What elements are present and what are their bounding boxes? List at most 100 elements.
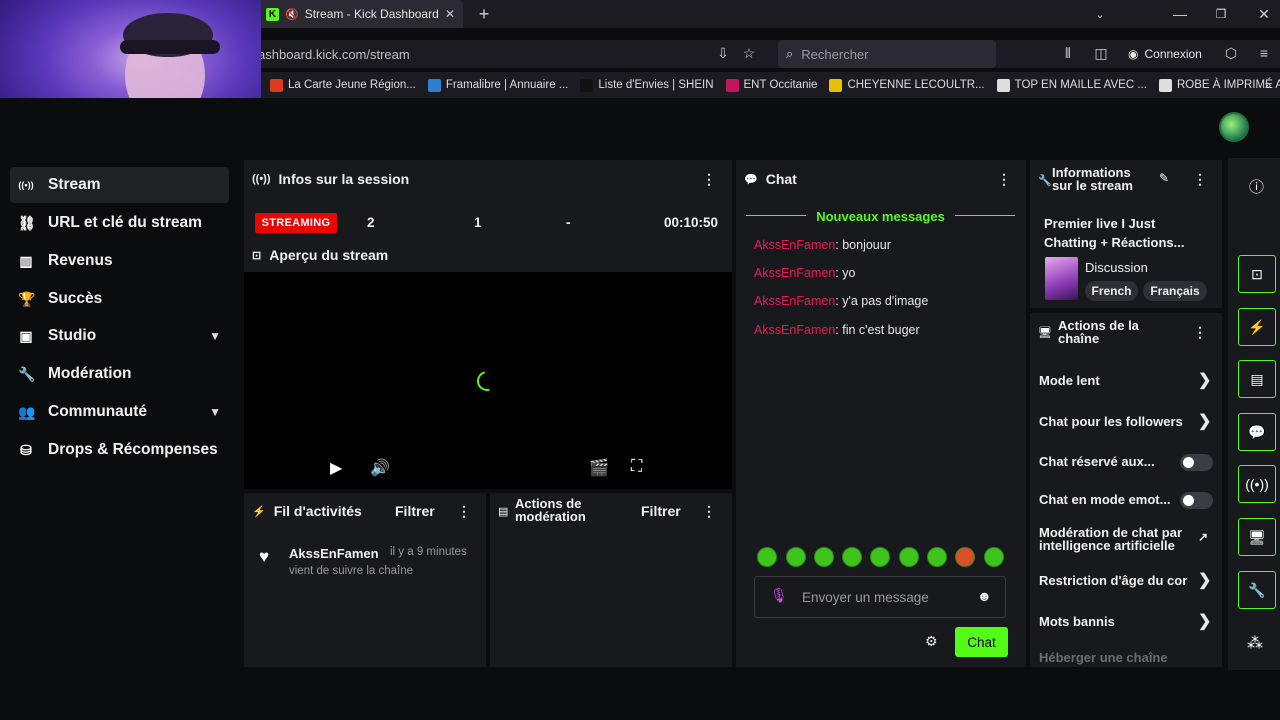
- channel-actions-toggle-icon[interactable]: 🖥: [1238, 518, 1276, 556]
- account-connexion-button[interactable]: ◉ Connexion: [1120, 41, 1212, 67]
- emote-icon[interactable]: [927, 547, 947, 567]
- emote-icon[interactable]: [899, 547, 919, 567]
- bookmark-item[interactable]: TOP EN MAILLE AVEC ...: [996, 78, 1147, 92]
- stream-info-menu-icon[interactable]: ⋮: [1193, 171, 1207, 188]
- sidebar-item-gift[interactable]: ⛁ Drops & Récompenses: [10, 432, 229, 468]
- emote-icon[interactable]: [955, 547, 975, 567]
- sidebar-item-users[interactable]: 👥 Communauté ▼: [10, 394, 229, 430]
- mod-filter-button[interactable]: Filtrer: [641, 503, 681, 519]
- chat-username[interactable]: AkssEnFamen: [754, 294, 835, 308]
- bolt-icon: ⚡: [252, 505, 266, 518]
- layout-nodes-icon[interactable]: ⁂: [1247, 633, 1263, 653]
- category-thumbnail[interactable]: [1045, 257, 1078, 300]
- chat-settings-gear-icon[interactable]: ⚙: [925, 633, 938, 650]
- chevron-down-icon[interactable]: ▼: [209, 329, 221, 343]
- new-tab-button[interactable]: +: [474, 4, 494, 24]
- emote-icon[interactable]: [786, 547, 806, 567]
- chat-username[interactable]: AkssEnFamen: [754, 238, 835, 252]
- close-window-icon[interactable]: ✕: [1254, 4, 1274, 24]
- url-field[interactable]: ashboard.kick.com/stream: [258, 42, 768, 66]
- channel-action-label[interactable]: Héberger une chaîne: [1039, 650, 1168, 665]
- chevron-right-icon[interactable]: ❯: [1198, 611, 1211, 631]
- bookmark-item[interactable]: Framalibre | Annuaire ...: [427, 78, 568, 92]
- sidebar-item-broadcast[interactable]: ((•)) Stream: [10, 167, 229, 203]
- play-icon[interactable]: ▶: [330, 458, 342, 478]
- stream-info-toggle-icon[interactable]: 🔧: [1238, 571, 1276, 609]
- activity-toggle-icon[interactable]: ⚡: [1238, 308, 1276, 346]
- browser-tab[interactable]: K 🔇 Stream - Kick Dashboard ✕: [258, 0, 463, 28]
- more-bookmarks-chevron-icon[interactable]: »: [1258, 75, 1278, 95]
- emoji-icon[interactable]: ☻: [977, 588, 992, 604]
- chevron-down-icon[interactable]: ▼: [209, 405, 221, 419]
- channel-action-label[interactable]: Chat réservé aux...: [1039, 454, 1155, 469]
- sidebar-item-label: Studio: [48, 327, 97, 344]
- user-avatar[interactable]: [1219, 112, 1249, 142]
- session-menu-icon[interactable]: ⋮: [702, 171, 716, 188]
- tag-french[interactable]: French: [1085, 281, 1138, 301]
- sidebar-item-trophy[interactable]: 🏆 Succès: [10, 281, 229, 317]
- bookmark-item[interactable]: ENT Occitanie: [725, 78, 817, 92]
- broadcast-icon: ((•)): [252, 173, 271, 185]
- sidebar-item-chart[interactable]: ▥ Revenus: [10, 243, 229, 279]
- activity-user[interactable]: AkssEnFamen: [289, 546, 379, 561]
- extensions-icon[interactable]: ⬡: [1221, 43, 1241, 63]
- category-name[interactable]: Discussion: [1085, 260, 1148, 275]
- chevron-right-icon[interactable]: ❯: [1198, 570, 1211, 590]
- chat-toggle-icon[interactable]: 💬: [1238, 413, 1276, 451]
- channel-action-label[interactable]: Restriction d'âge du cor: [1039, 573, 1191, 588]
- kick-favicon: K: [266, 7, 279, 21]
- channel-actions-menu-icon[interactable]: ⋮: [1193, 324, 1207, 341]
- emote-icon[interactable]: [757, 547, 777, 567]
- microphone-icon[interactable]: 🎙: [770, 587, 788, 604]
- bookmark-item[interactable]: La Carte Jeune Région...: [270, 78, 416, 92]
- emote-icon[interactable]: [814, 547, 834, 567]
- activity-filter-button[interactable]: Filtrer: [395, 503, 435, 519]
- chat-username[interactable]: AkssEnFamen: [754, 266, 835, 280]
- channel-action-label[interactable]: Mode lent: [1039, 373, 1191, 388]
- bookmark-item[interactable]: CHEYENNE LECOULTR...: [829, 78, 985, 92]
- toggle-switch[interactable]: [1180, 492, 1213, 509]
- emote-icon[interactable]: [842, 547, 862, 567]
- channel-action-label[interactable]: Chat en mode emot...: [1039, 492, 1170, 507]
- tag-francais[interactable]: Français: [1143, 281, 1207, 301]
- menu-icon[interactable]: ≡: [1254, 43, 1274, 63]
- save-page-icon[interactable]: ⇩: [713, 43, 733, 63]
- library-icon[interactable]: ⫴: [1058, 43, 1078, 63]
- chat-username[interactable]: AkssEnFamen: [754, 323, 835, 337]
- restore-icon[interactable]: ❐: [1211, 4, 1231, 24]
- session-toggle-icon[interactable]: ((•)): [1238, 465, 1276, 503]
- bookmark-item[interactable]: Liste d'Envies | SHEIN: [580, 78, 714, 92]
- emote-icon[interactable]: [984, 547, 1004, 567]
- preview-toggle-icon[interactable]: ⊡: [1238, 255, 1276, 293]
- mod-log-toggle-icon[interactable]: ▤: [1238, 360, 1276, 398]
- sidebar-item-wrench[interactable]: 🔧 Modération: [10, 356, 229, 392]
- chevron-right-icon[interactable]: ❯: [1198, 370, 1211, 390]
- close-tab-icon[interactable]: ✕: [445, 7, 455, 21]
- sidebar-item-studio[interactable]: ▣ Studio ▼: [10, 318, 229, 354]
- activity-menu-icon[interactable]: ⋮: [457, 503, 471, 520]
- sidebar-item-link[interactable]: ⛓ URL et clé du stream: [10, 205, 229, 241]
- external-link-icon[interactable]: ↗: [1198, 530, 1208, 544]
- toggle-switch[interactable]: [1180, 454, 1213, 471]
- chat-message: AkssEnFamen: y'a pas d'image: [754, 294, 928, 308]
- tab-list-chevron-icon[interactable]: ⌄: [1090, 4, 1110, 24]
- search-input[interactable]: ⌕ Rechercher: [778, 40, 996, 68]
- volume-icon[interactable]: 🔊: [370, 458, 390, 478]
- minimize-icon[interactable]: —: [1170, 4, 1190, 24]
- channel-action-label[interactable]: Modération de chat par intelligence arti…: [1039, 526, 1194, 552]
- chevron-right-icon[interactable]: ❯: [1198, 411, 1211, 431]
- edit-pencil-icon[interactable]: ✎: [1159, 171, 1169, 185]
- bookmark-favicon-icon: [270, 78, 283, 92]
- channel-action-label[interactable]: Chat pour les followers: [1039, 414, 1191, 429]
- sidebar-toggle-icon[interactable]: ◫: [1091, 43, 1111, 63]
- clip-icon[interactable]: 🎬: [589, 458, 609, 478]
- channel-action-label[interactable]: Mots bannis: [1039, 614, 1191, 629]
- chat-send-button[interactable]: Chat: [955, 627, 1008, 657]
- emote-icon[interactable]: [870, 547, 890, 567]
- mod-menu-icon[interactable]: ⋮: [702, 503, 716, 520]
- fullscreen-icon[interactable]: ⛶: [631, 458, 642, 476]
- info-icon[interactable]: ⓘ: [1249, 176, 1264, 197]
- bookmark-star-icon[interactable]: ☆: [739, 43, 759, 63]
- speaker-muted-icon[interactable]: 🔇: [285, 8, 299, 21]
- chat-menu-icon[interactable]: ⋮: [997, 171, 1011, 188]
